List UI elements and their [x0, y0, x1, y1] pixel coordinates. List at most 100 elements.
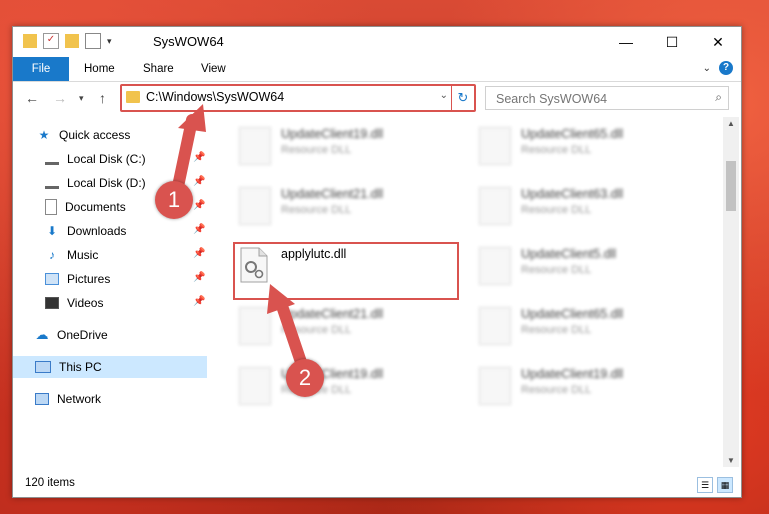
pin-icon[interactable]: 📌	[193, 200, 205, 211]
scroll-up-icon[interactable]: ▲	[727, 119, 735, 128]
address-path[interactable]: C:\Windows\SysWOW64	[146, 90, 284, 104]
refresh-icon[interactable]: ↻	[451, 86, 474, 110]
maximize-button[interactable]: ☐	[649, 27, 695, 57]
folder-icon[interactable]	[23, 34, 37, 48]
file-type: Resource DLL	[521, 144, 592, 156]
vertical-scrollbar[interactable]: ▲ ▼	[723, 117, 739, 467]
properties-icon[interactable]: ✓	[43, 33, 59, 49]
back-arrow-icon[interactable]: ←	[25, 90, 39, 106]
file-item[interactable]: UpdateClient21.dll Resource DLL	[233, 303, 453, 347]
download-icon: ⬇	[46, 224, 58, 238]
sidebar-item-documents[interactable]: Documents	[45, 196, 126, 218]
sidebar-item-label: OneDrive	[57, 328, 108, 342]
pin-icon[interactable]: 📌	[193, 248, 205, 259]
file-type: Resource DLL	[521, 264, 592, 276]
sidebar-item-network[interactable]: Network	[35, 388, 101, 410]
step-2-callout: 2	[286, 359, 324, 397]
chevron-down-icon[interactable]: ⌄	[440, 90, 448, 101]
view-icon[interactable]	[85, 33, 101, 49]
forward-arrow-icon[interactable]: →	[53, 90, 67, 106]
sidebar-item-pictures[interactable]: Pictures	[45, 268, 110, 290]
file-type: Resource DLL	[281, 144, 352, 156]
tab-view[interactable]: View	[201, 57, 226, 81]
recent-locations-icon[interactable]: ▾	[79, 93, 84, 104]
file-name: UpdateClient65.dll	[521, 127, 624, 141]
scroll-down-icon[interactable]: ▼	[727, 456, 735, 465]
tab-share[interactable]: Share	[143, 57, 174, 81]
file-item[interactable]: UpdateClient5.dll Resource DLL	[473, 243, 693, 287]
sidebar-item-downloads[interactable]: ⬇ Downloads	[45, 220, 126, 242]
sidebar-item-label: Local Disk (C:)	[67, 152, 146, 166]
new-folder-icon[interactable]	[65, 34, 79, 48]
ribbon-right: ⌄ ?	[703, 61, 733, 75]
file-item[interactable]: UpdateClient19.dll Resource DLL	[473, 363, 693, 407]
file-type: Resource DLL	[521, 384, 592, 396]
address-bar[interactable]: C:\Windows\SysWOW64 ⌄ ↻	[120, 84, 476, 112]
sidebar-item-label: Network	[57, 392, 102, 406]
search-box[interactable]: ⌕	[485, 86, 729, 110]
file-type: Resource DLL	[521, 324, 592, 336]
details-view-icon[interactable]: ☰	[697, 477, 713, 493]
navigation-pane: ★ Quick access Local Disk (C:) 📌 Local D…	[13, 117, 207, 467]
file-item[interactable]: UpdateClient65.dll Resource DLL	[473, 303, 693, 347]
help-icon[interactable]: ?	[719, 61, 733, 75]
chevron-down-icon[interactable]: ▾	[107, 36, 112, 47]
star-icon: ★	[38, 128, 50, 142]
file-name: UpdateClient63.dll	[521, 187, 624, 201]
close-button[interactable]: ✕	[695, 27, 741, 57]
drive-icon	[45, 178, 59, 189]
quick-access-toolbar: ✓ ▾	[23, 33, 112, 49]
window-title: SysWOW64	[153, 34, 224, 49]
file-type: Resource DLL	[281, 204, 352, 216]
file-item[interactable]: UpdateClient65.dll Resource DLL	[473, 123, 693, 167]
pin-icon[interactable]: 📌	[193, 224, 205, 235]
pin-icon[interactable]: 📌	[193, 272, 205, 283]
sidebar-item-onedrive[interactable]: ☁ OneDrive	[35, 324, 108, 346]
file-name: UpdateClient5.dll	[521, 247, 617, 261]
pin-icon[interactable]: 📌	[193, 152, 205, 163]
search-icon[interactable]: ⌕	[715, 90, 722, 105]
file-item[interactable]: UpdateClient19.dll Resource DLL	[233, 123, 453, 167]
status-bar: 120 items ☰ ▦	[13, 473, 741, 495]
file-item[interactable]: UpdateClient63.dll Resource DLL	[473, 183, 693, 227]
ribbon-tabs: File Home Share View ⌄ ?	[13, 57, 741, 82]
view-switcher: ☰ ▦	[697, 477, 733, 493]
file-name: UpdateClient21.dll	[281, 307, 384, 321]
video-icon	[45, 297, 59, 309]
pin-icon[interactable]: 📌	[193, 176, 205, 187]
tab-file[interactable]: File	[13, 57, 69, 81]
sidebar-item-local-disk-c[interactable]: Local Disk (C:)	[45, 148, 146, 170]
file-explorer-window: ✓ ▾ SysWOW64 — ☐ ✕ File Home Share View …	[12, 26, 742, 498]
sidebar-item-label: Quick access	[59, 128, 131, 142]
dll-file-icon	[479, 127, 511, 165]
search-input[interactable]	[494, 89, 698, 109]
file-name: UpdateClient21.dll	[281, 187, 384, 201]
minimize-button[interactable]: —	[603, 27, 649, 57]
sidebar-item-local-disk-d[interactable]: Local Disk (D:)	[45, 172, 146, 194]
chevron-down-icon[interactable]: ⌄	[703, 63, 711, 74]
dll-file-icon	[479, 367, 511, 405]
scrollbar-thumb[interactable]	[726, 161, 736, 211]
file-name: UpdateClient65.dll	[521, 307, 624, 321]
sidebar-item-this-pc[interactable]: This PC	[13, 356, 207, 378]
file-item[interactable]: UpdateClient19.dll Resource DLL	[233, 363, 453, 407]
window-controls: — ☐ ✕	[603, 27, 741, 57]
pin-icon[interactable]: 📌	[193, 296, 205, 307]
sidebar-item-music[interactable]: ♪ Music	[45, 244, 98, 266]
tiles-view-icon[interactable]: ▦	[717, 477, 733, 493]
drive-icon	[45, 154, 59, 165]
sidebar-item-label: Documents	[65, 200, 126, 214]
up-arrow-icon[interactable]: ↑	[99, 90, 106, 106]
sidebar-item-quick-access[interactable]: ★ Quick access	[37, 124, 131, 146]
sidebar-item-label: Downloads	[67, 224, 127, 238]
highlight-box	[233, 242, 459, 300]
dll-file-icon	[479, 187, 511, 225]
sidebar-item-label: Videos	[67, 296, 104, 310]
dll-file-icon	[239, 367, 271, 405]
network-icon	[35, 393, 49, 405]
file-item[interactable]: UpdateClient21.dll Resource DLL	[233, 183, 453, 227]
pictures-icon	[45, 273, 59, 285]
tab-home[interactable]: Home	[84, 57, 115, 81]
sidebar-item-videos[interactable]: Videos	[45, 292, 103, 314]
file-name: UpdateClient19.dll	[521, 367, 624, 381]
